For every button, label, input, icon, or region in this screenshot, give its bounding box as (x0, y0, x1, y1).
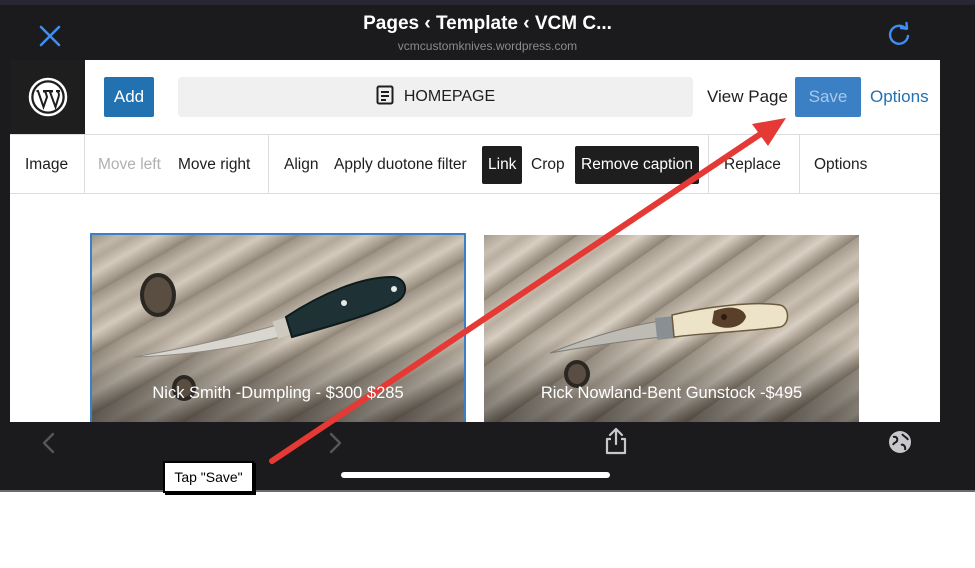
toolbar-image[interactable]: Image (25, 135, 68, 194)
reload-icon[interactable] (884, 20, 914, 50)
toolbar-divider (708, 135, 709, 194)
document-title-bar[interactable]: HOMEPAGE (178, 77, 693, 117)
browser-url[interactable]: vcmcustomknives.wordpress.com (0, 39, 975, 53)
home-indicator[interactable] (341, 472, 610, 478)
save-button[interactable]: Save (795, 77, 861, 117)
globe-icon[interactable] (887, 429, 913, 460)
toolbar-divider (799, 135, 800, 194)
instruction-callout: Tap "Save" (163, 461, 254, 493)
back-icon[interactable] (40, 432, 58, 459)
toolbar-options[interactable]: Options (814, 135, 867, 194)
toolbar-crop[interactable]: Crop (531, 135, 565, 194)
browser-bottom-bar (0, 422, 975, 492)
view-page-link[interactable]: View Page (707, 87, 788, 107)
document-title: HOMEPAGE (403, 88, 496, 105)
editor-header: Add HOMEPAGE View Page Save Options (10, 60, 940, 134)
screen-bottom-edge (0, 490, 975, 492)
share-icon[interactable] (603, 426, 629, 461)
toolbar-duotone[interactable]: Apply duotone filter (334, 135, 467, 194)
toolbar-move-left[interactable]: Move left (98, 135, 161, 194)
document-icon (376, 85, 394, 110)
browser-page-title: Pages ‹ Template ‹ VCM C... (363, 13, 612, 34)
forward-icon[interactable] (326, 432, 344, 459)
options-button[interactable]: Options (870, 87, 929, 107)
toolbar-divider (84, 135, 85, 194)
toolbar-align[interactable]: Align (284, 135, 318, 194)
toolbar-divider (268, 135, 269, 194)
image-caption[interactable]: Nick Smith -Dumpling - $300 $285 (92, 384, 464, 403)
block-toolbar: Image Move left Move right Align Apply d… (10, 134, 940, 194)
editor-canvas: Nick Smith -Dumpling - $300 $285 Rick No… (10, 194, 940, 422)
device-screen: Pages ‹ Template ‹ VCM C... vcmcustomkni… (0, 0, 975, 492)
toolbar-move-right[interactable]: Move right (178, 135, 250, 194)
add-block-button[interactable]: Add (104, 77, 154, 117)
toolbar-replace[interactable]: Replace (724, 135, 781, 194)
toolbar-remove-caption[interactable]: Remove caption (575, 146, 700, 184)
image-caption[interactable]: Rick Nowland-Bent Gunstock -$495 (484, 384, 859, 403)
gallery-image[interactable]: Nick Smith -Dumpling - $300 $285 (90, 233, 466, 422)
wordpress-logo-icon[interactable] (10, 60, 85, 134)
browser-top-bar: Pages ‹ Template ‹ VCM C... vcmcustomkni… (0, 5, 975, 60)
toolbar-link[interactable]: Link (482, 146, 523, 184)
gallery-image[interactable]: Rick Nowland-Bent Gunstock -$495 (484, 235, 859, 422)
